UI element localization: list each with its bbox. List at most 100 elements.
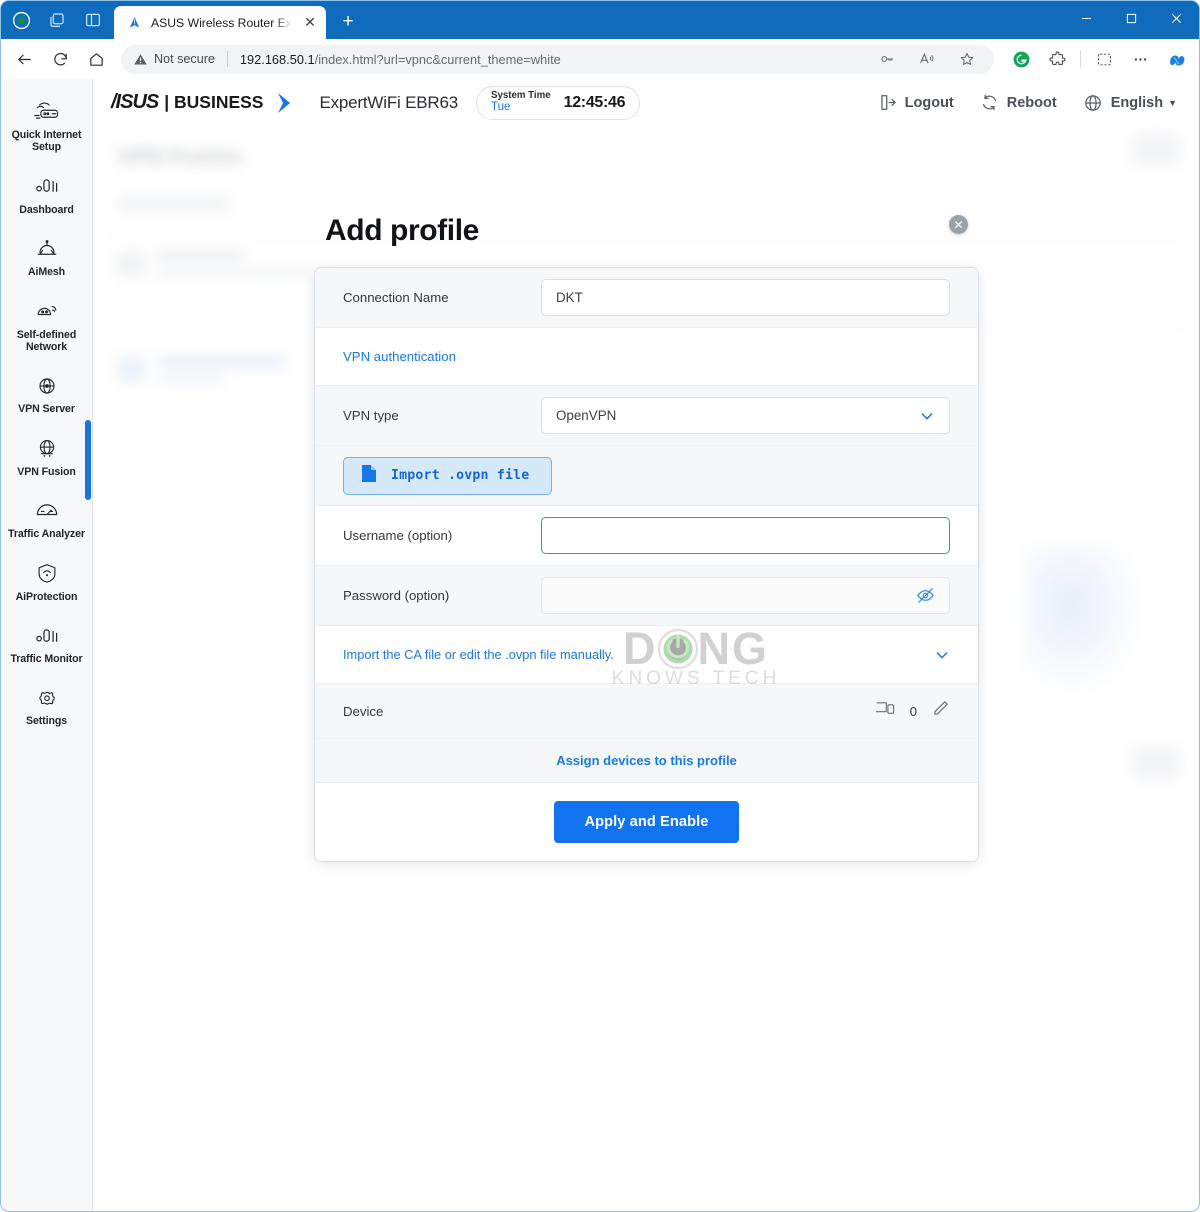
browser-window: ASUS Wireless Router ExpertWiFi ✕ +	[0, 0, 1200, 1212]
quick-internet-setup-icon	[32, 98, 62, 125]
settings-gear-icon	[32, 684, 62, 711]
chevron-right-icon	[273, 90, 299, 116]
browser-title-bar: ASUS Wireless Router ExpertWiFi ✕ +	[1, 1, 1199, 39]
toolbar-divider	[1080, 50, 1081, 68]
assign-devices-link[interactable]: Assign devices to this profile	[556, 753, 737, 768]
sidebar-item-traffic-analyzer[interactable]: Traffic Analyzer	[1, 488, 92, 550]
sidebar-item-dashboard[interactable]: Dashboard	[1, 164, 92, 226]
chevron-down-icon	[919, 408, 935, 424]
reboot-button[interactable]: Reboot	[980, 93, 1057, 112]
sidebar-item-label: Traffic Analyzer	[8, 528, 85, 541]
asus-brand-logo: /ISUS | BUSINESS	[111, 90, 299, 116]
system-time-label: System Time	[491, 90, 551, 102]
sidebar-item-label: Quick Internet Setup	[11, 129, 82, 154]
home-icon[interactable]	[79, 44, 113, 74]
password-label: Password (option)	[343, 588, 450, 603]
row-connection-name: Connection Name DKT	[315, 268, 978, 328]
close-icon[interactable]: ✕	[949, 215, 968, 234]
dashboard-bars-icon	[32, 173, 62, 200]
asus-wordmark-text: /ISUS	[111, 91, 159, 113]
device-controls: 0	[875, 699, 950, 723]
sidebar-item-aiprotection[interactable]: AiProtection	[1, 551, 92, 613]
sidebar-item-label: Settings	[26, 715, 67, 728]
dialog-body: Connection Name DKT VPN authentication V…	[315, 268, 978, 861]
window-maximize-button[interactable]	[1109, 1, 1154, 35]
connection-name-input[interactable]: DKT	[541, 279, 950, 316]
sidebar-item-label: VPN Fusion	[17, 465, 76, 478]
dialog-header: Add profile ✕	[315, 204, 978, 268]
logout-icon	[880, 95, 896, 110]
omnibox-divider	[226, 51, 228, 67]
browser-tab[interactable]: ASUS Wireless Router ExpertWiFi ✕	[114, 6, 326, 39]
window-controls	[1064, 1, 1199, 35]
row-vpn-authentication: VPN authentication	[315, 328, 978, 386]
aimesh-icon	[32, 235, 62, 262]
system-time-day: Tue	[491, 101, 511, 114]
apply-and-enable-button[interactable]: Apply and Enable	[554, 801, 739, 843]
screenshot-icon[interactable]	[1091, 46, 1117, 72]
sidebar-item-self-defined-network[interactable]: Self-defined Network	[1, 289, 92, 364]
header-actions: Logout Reboot English ▼	[878, 93, 1177, 113]
sidebar-item-label: Traffic Monitor	[10, 653, 83, 666]
sidebar-item-quick-internet-setup[interactable]: Quick Internet Setup	[1, 89, 92, 164]
asus-logo-icon	[126, 14, 143, 31]
row-password: Password (option)	[315, 566, 978, 626]
split-screen-icon[interactable]	[82, 9, 104, 31]
sidebar-scrollbar[interactable]	[85, 420, 91, 500]
username-label: Username (option)	[343, 528, 453, 543]
add-profile-dialog: Add profile ✕ Connection Name DKT VPN au…	[315, 204, 978, 861]
vpn-fusion-icon	[32, 435, 62, 462]
router-model-name: ExpertWiFi EBR63	[319, 92, 458, 112]
browser-toolbar: Not secure 192.168.50.1/index.html?url=v…	[1, 39, 1199, 79]
settings-ellipsis-icon[interactable]	[1127, 46, 1153, 72]
sidebar-item-label: AiProtection	[15, 590, 78, 603]
window-minimize-button[interactable]	[1064, 1, 1109, 35]
grammarly-icon[interactable]	[1008, 46, 1034, 72]
browser-tab-title: ASUS Wireless Router ExpertWiFi	[151, 15, 292, 30]
import-ovpn-button[interactable]: Import .ovpn file	[343, 456, 553, 495]
row-vpn-type: VPN type OpenVPN	[315, 386, 978, 446]
sidebar-item-settings[interactable]: Settings	[1, 675, 92, 737]
reboot-icon	[982, 94, 996, 111]
password-key-icon[interactable]	[874, 46, 900, 72]
sidebar-item-label: AiMesh	[27, 266, 66, 279]
chevron-down-icon: ▼	[1168, 97, 1177, 108]
read-aloud-icon[interactable]	[914, 46, 940, 72]
row-import-ovpn: Import .ovpn file	[315, 446, 978, 506]
address-bar[interactable]: Not secure 192.168.50.1/index.html?url=v…	[121, 44, 994, 74]
copilot-icon[interactable]	[1163, 46, 1189, 72]
logout-button[interactable]: Logout	[878, 93, 954, 112]
dialog-title: Add profile	[325, 214, 479, 247]
sidebar-item-label: Dashboard	[19, 203, 74, 216]
favorite-star-icon[interactable]	[954, 46, 980, 72]
row-ca-file: Import the CA file or edit the .ovpn fil…	[315, 626, 978, 684]
sidebar-item-vpn-server[interactable]: VPN Server	[1, 363, 92, 425]
not-secure-indicator[interactable]: Not secure	[133, 52, 215, 67]
username-input[interactable]	[541, 517, 950, 554]
system-time-clock: 12:45:46	[563, 93, 626, 111]
sidebar-item-traffic-monitor[interactable]: Traffic Monitor	[1, 613, 92, 675]
password-input[interactable]	[541, 577, 950, 614]
sidebar-item-aimesh[interactable]: AiMesh	[1, 226, 92, 288]
browser-essentials-icon[interactable]	[10, 9, 32, 31]
back-icon[interactable]	[7, 44, 41, 74]
vpn-type-value: OpenVPN	[556, 408, 617, 423]
edit-pencil-icon[interactable]	[931, 699, 950, 723]
refresh-icon[interactable]	[43, 44, 77, 74]
traffic-monitor-bars-icon	[32, 622, 62, 649]
tab-actions-icon[interactable]	[46, 9, 68, 31]
new-tab-button[interactable]: +	[334, 8, 362, 36]
eye-off-icon[interactable]	[916, 586, 935, 605]
vpn-authentication-link[interactable]: VPN authentication	[343, 349, 456, 364]
ca-file-link[interactable]: Import the CA file or edit the .ovpn fil…	[343, 647, 614, 662]
device-count: 0	[909, 703, 917, 719]
vpn-type-select[interactable]: OpenVPN	[541, 397, 950, 434]
language-selector[interactable]: English ▼	[1083, 93, 1177, 113]
sidebar-item-label: Self-defined Network	[16, 328, 77, 354]
traffic-analyzer-icon	[32, 497, 62, 524]
sidebar-item-vpn-fusion[interactable]: VPN Fusion	[1, 426, 92, 488]
extensions-icon[interactable]	[1044, 46, 1070, 72]
close-tab-icon[interactable]: ✕	[300, 13, 320, 33]
window-close-button[interactable]	[1154, 1, 1199, 35]
chevron-down-icon[interactable]	[934, 647, 950, 663]
